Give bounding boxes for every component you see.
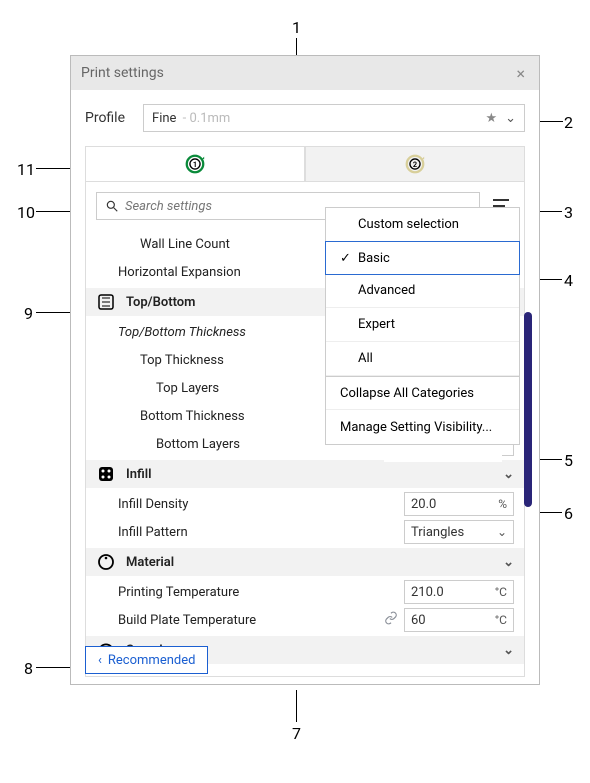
callout-7: 7 bbox=[292, 724, 301, 743]
chevron-left-icon: ‹ bbox=[98, 653, 102, 668]
chevron-down-icon: ⌄ bbox=[497, 525, 507, 539]
dropdown-item-all[interactable]: All bbox=[326, 342, 519, 376]
callout-3: 3 bbox=[564, 203, 573, 222]
callout-6: 6 bbox=[564, 504, 573, 523]
svg-text:1: 1 bbox=[193, 160, 197, 169]
chevron-down-icon: ⌄ bbox=[503, 643, 514, 658]
profile-name: Fine bbox=[152, 111, 176, 126]
dropdown-item-custom[interactable]: Custom selection bbox=[326, 208, 519, 242]
titlebar: Print settings × bbox=[71, 56, 539, 90]
top-bottom-icon bbox=[96, 292, 116, 312]
link-icon[interactable] bbox=[384, 611, 398, 629]
svg-text:2: 2 bbox=[413, 160, 417, 169]
setting-printing-temp: Printing Temperature 210.0°C bbox=[96, 578, 514, 606]
chevron-down-icon: ⌄ bbox=[503, 467, 514, 482]
chevron-down-icon[interactable]: ⌄ bbox=[505, 111, 516, 126]
callout-11: 11 bbox=[17, 160, 35, 179]
recommended-label: Recommended bbox=[108, 653, 196, 668]
value-input[interactable]: 210.0°C bbox=[404, 580, 514, 604]
infill-icon bbox=[96, 464, 116, 484]
value-input[interactable]: 20.0% bbox=[404, 492, 514, 516]
callout-2: 2 bbox=[564, 113, 573, 132]
recommended-button[interactable]: ‹ Recommended bbox=[85, 646, 208, 674]
profile-suffix: - 0.1mm bbox=[183, 111, 231, 126]
profile-select[interactable]: Fine - 0.1mm ★ ⌄ bbox=[143, 104, 525, 132]
callout-4: 4 bbox=[564, 271, 573, 290]
scrollbar[interactable] bbox=[524, 312, 532, 507]
callout-8: 8 bbox=[24, 659, 33, 678]
material-icon bbox=[96, 552, 116, 572]
extruder-1-icon: 1 bbox=[184, 153, 206, 175]
callout-5: 5 bbox=[564, 451, 573, 470]
setting-infill-density: Infill Density 20.0% bbox=[96, 490, 514, 518]
dropdown-item-expert[interactable]: Expert bbox=[326, 308, 519, 342]
tab-extruder-1[interactable]: 1 bbox=[85, 146, 305, 182]
category-infill[interactable]: Infill ⌄ bbox=[86, 460, 524, 488]
setting-label: Infill Density bbox=[96, 497, 404, 512]
setting-infill-pattern: Infill Pattern Triangles⌄ bbox=[96, 518, 514, 546]
check-icon: ✓ bbox=[340, 251, 352, 266]
visibility-dropdown: Custom selection ✓Basic Advanced Expert … bbox=[325, 207, 520, 445]
setting-build-plate-temp: Build Plate Temperature 60°C bbox=[96, 606, 514, 634]
extruder-tabs: 1 2 bbox=[85, 146, 525, 182]
callout-1: 1 bbox=[292, 18, 301, 37]
callout-10: 10 bbox=[17, 203, 35, 222]
setting-label: Build Plate Temperature bbox=[96, 613, 384, 628]
profile-label: Profile bbox=[85, 110, 125, 126]
close-icon[interactable]: × bbox=[512, 62, 529, 85]
dropdown-item-collapse[interactable]: Collapse All Categories bbox=[326, 376, 519, 410]
category-label: Top/Bottom bbox=[126, 295, 195, 310]
extruder-2-icon: 2 bbox=[404, 153, 426, 175]
search-icon bbox=[105, 199, 119, 213]
window-title: Print settings bbox=[81, 65, 164, 81]
setting-label: Infill Pattern bbox=[96, 525, 404, 540]
dropdown-item-advanced[interactable]: Advanced bbox=[326, 274, 519, 308]
tab-extruder-2[interactable]: 2 bbox=[305, 146, 525, 182]
category-material[interactable]: Material ⌄ bbox=[86, 548, 524, 576]
value-input[interactable]: 60°C bbox=[404, 608, 514, 632]
dropdown-item-basic[interactable]: ✓Basic bbox=[325, 241, 520, 275]
dropdown-item-manage[interactable]: Manage Setting Visibility... bbox=[326, 410, 519, 444]
setting-label: Printing Temperature bbox=[96, 585, 404, 600]
star-icon[interactable]: ★ bbox=[485, 111, 497, 126]
category-label: Infill bbox=[126, 467, 152, 482]
chevron-down-icon: ⌄ bbox=[503, 555, 514, 570]
category-label: Material bbox=[126, 555, 174, 570]
value-select[interactable]: Triangles⌄ bbox=[404, 520, 514, 544]
profile-row: Profile Fine - 0.1mm ★ ⌄ bbox=[71, 90, 539, 132]
callout-9: 9 bbox=[24, 304, 33, 323]
